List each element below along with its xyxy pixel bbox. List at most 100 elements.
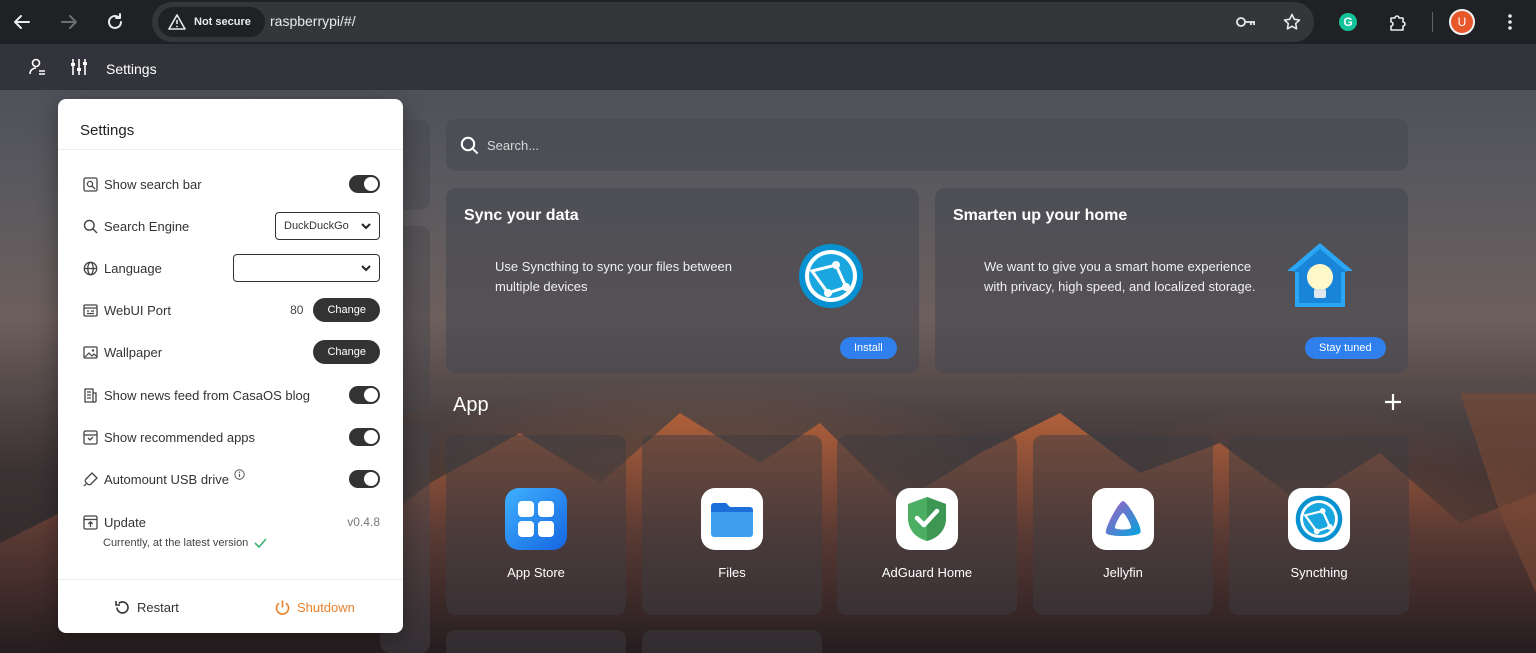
app-tile-syncthing[interactable]: Syncthing [1229, 435, 1409, 615]
avatar: U [1449, 9, 1475, 35]
forward-button[interactable] [55, 8, 83, 36]
setting-show-search-bar: Show search bar [82, 172, 380, 196]
topbar-settings-label[interactable]: Settings [106, 61, 157, 77]
browser-toolbar: Not secure raspberrypi/#/ G U [0, 0, 1536, 44]
chevron-down-icon [361, 264, 371, 271]
setting-language: Language [82, 254, 380, 282]
url-text[interactable]: raspberrypi/#/ [270, 13, 356, 29]
search-engine-select[interactable]: DuckDuckGo [275, 212, 380, 240]
restart-label: Restart [137, 600, 179, 615]
search-icon [460, 136, 479, 154]
security-chip[interactable]: Not secure [158, 7, 265, 37]
security-label: Not secure [194, 16, 251, 28]
setting-label: Update [104, 514, 146, 530]
setting-automount-usb: Automount USB drive [82, 467, 380, 491]
promo-card-smart-home: Smarten up your home We want to give you… [935, 188, 1408, 373]
grammarly-icon: G [1339, 13, 1357, 31]
plus-icon [1385, 394, 1401, 410]
shutdown-button[interactable]: Shutdown [274, 599, 355, 616]
setting-label: WebUI Port [104, 302, 171, 318]
power-icon [275, 600, 290, 615]
extensions-button[interactable] [1384, 8, 1412, 36]
stay-tuned-button[interactable]: Stay tuned [1305, 337, 1386, 359]
setting-label: Show search bar [104, 176, 202, 192]
divider [58, 579, 403, 580]
news-icon [82, 387, 98, 403]
app-tile-partial [642, 630, 822, 653]
install-button[interactable]: Install [840, 337, 897, 359]
restart-button[interactable]: Restart [114, 599, 179, 616]
key-icon [1236, 17, 1255, 27]
update-icon [82, 514, 98, 530]
app-tile-files[interactable]: Files [642, 435, 822, 615]
recommend-icon [82, 429, 98, 445]
back-button[interactable] [8, 8, 36, 36]
setting-update: Update v0.4.8 [82, 510, 380, 534]
promo-text: Use Syncthing to sync your files between… [495, 259, 733, 294]
update-status: Currently, at the latest version [103, 537, 267, 549]
show-search-bar-toggle[interactable] [349, 175, 380, 193]
syncthing-icon [799, 244, 863, 308]
app-tile-app-store[interactable]: App Store [446, 435, 626, 615]
app-name: App Store [507, 565, 565, 580]
promo-title: Sync your data [464, 207, 579, 224]
add-app-button[interactable] [1382, 391, 1404, 413]
promo-title: Smarten up your home [953, 207, 1128, 224]
check-icon [254, 538, 267, 548]
reload-button[interactable] [101, 8, 129, 36]
app-tile-adguard[interactable]: AdGuard Home [837, 435, 1017, 615]
casaos-desktop: Settings Settings Show search bar Search… [0, 44, 1536, 653]
change-wallpaper-button[interactable]: Change [313, 340, 380, 364]
setting-label: Search Engine [104, 218, 190, 234]
profile-button[interactable]: U [1448, 8, 1476, 36]
search-bar[interactable]: Search... [446, 119, 1408, 171]
divider [58, 149, 403, 150]
app-tile-partial [446, 630, 626, 653]
shutdown-label: Shutdown [297, 600, 355, 615]
warning-icon [168, 14, 186, 30]
folder-icon [701, 488, 763, 550]
apps-section-title: App [453, 394, 489, 416]
browser-menu-button[interactable] [1496, 8, 1524, 36]
bookmark-button[interactable] [1280, 10, 1304, 34]
setting-wallpaper: Wallpaper Change [82, 340, 380, 364]
setting-label: Automount USB drive [104, 471, 230, 487]
app-name: Syncthing [1290, 565, 1348, 580]
update-status-text: Currently, at the latest version [103, 537, 249, 549]
search-icon [82, 218, 98, 234]
settings-toggle-button[interactable] [68, 56, 90, 78]
app-store-icon [505, 488, 567, 550]
jellyfin-icon [1092, 488, 1154, 550]
password-key-button[interactable] [1234, 10, 1258, 34]
setting-webui-port: WebUI Port 80 Change [82, 298, 380, 322]
app-name: AdGuard Home [881, 565, 973, 580]
star-icon [1283, 13, 1301, 30]
promo-card-sync: Sync your data Use Syncthing to sync you… [446, 188, 919, 373]
chevron-down-icon [361, 222, 371, 229]
news-feed-toggle[interactable] [349, 386, 380, 404]
adguard-shield-icon [896, 488, 958, 550]
smart-home-bulb-icon [1287, 243, 1353, 307]
user-icon [29, 58, 45, 75]
search-placeholder: Search... [487, 137, 540, 153]
info-icon[interactable] [234, 467, 245, 485]
recommended-apps-toggle[interactable] [349, 428, 380, 446]
setting-search-engine: Search Engine DuckDuckGo [82, 212, 380, 240]
app-tile-jellyfin[interactable]: Jellyfin [1033, 435, 1213, 615]
toolbar-divider [1432, 12, 1433, 32]
settings-panel: Settings Show search bar Search Engine D… [58, 99, 403, 633]
restart-icon [115, 601, 129, 614]
address-bar[interactable]: Not secure raspberrypi/#/ [152, 2, 1314, 42]
grammarly-extension-button[interactable]: G [1334, 8, 1362, 36]
language-select[interactable] [233, 254, 380, 282]
setting-label: Show news feed from CasaOS blog [104, 387, 310, 403]
setting-news-feed: Show news feed from CasaOS blog [82, 383, 380, 407]
account-button[interactable] [26, 56, 48, 78]
setting-recommended-apps: Show recommended apps [82, 425, 380, 449]
promo-text: We want to give you a smart home experie… [984, 259, 1256, 294]
change-port-button[interactable]: Change [313, 298, 380, 322]
sliders-icon [71, 59, 87, 75]
setting-label: Wallpaper [104, 344, 163, 360]
casaos-topbar: Settings [0, 44, 1536, 90]
automount-usb-toggle[interactable] [349, 470, 380, 488]
